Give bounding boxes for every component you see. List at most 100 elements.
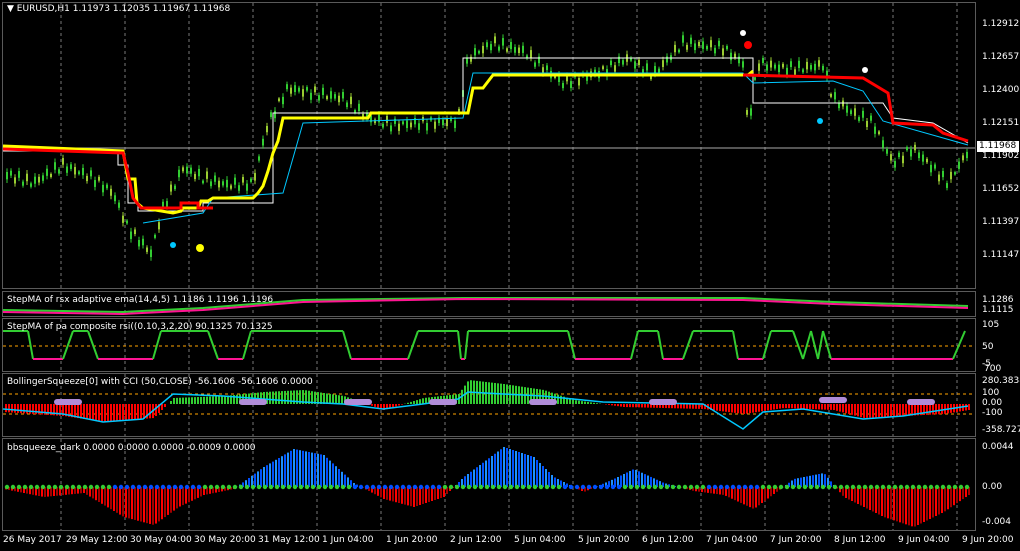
candle-body: [898, 152, 900, 158]
momentum-bar: [278, 458, 280, 487]
squeeze-bar: [341, 395, 343, 404]
squeeze-bar: [275, 391, 277, 404]
squeeze-dot: [334, 484, 340, 490]
squeeze-bar: [845, 404, 847, 414]
candle-body: [806, 61, 808, 70]
dropdown-arrow-icon[interactable]: ▼: [7, 4, 14, 14]
momentum-bar: [134, 487, 136, 520]
candle-body: [906, 147, 908, 151]
candle-body: [54, 162, 56, 170]
candle-body: [950, 171, 952, 180]
candle-body: [838, 102, 840, 109]
indicator-pane-pa-rsi[interactable]: StepMA of pa composite rsi((0.10,3,2,20)…: [2, 318, 976, 372]
candle-body: [814, 63, 816, 71]
candle-body: [82, 167, 84, 176]
squeeze-dot: [520, 484, 526, 490]
candle-body: [226, 179, 228, 188]
squeeze-bar: [782, 404, 784, 409]
candle-body: [722, 48, 724, 56]
candle-body: [802, 69, 804, 73]
squeeze-dot: [46, 484, 52, 490]
indicator-pane-rsx[interactable]: StepMA of rsx adaptive ema(14,4,5) 1.118…: [2, 291, 976, 317]
momentum-bar: [857, 487, 859, 504]
squeeze-bar: [281, 391, 283, 404]
squeeze-bar: [200, 396, 202, 404]
squeeze-bar: [968, 404, 970, 410]
squeeze-bar: [686, 404, 688, 409]
candle-body: [834, 92, 836, 100]
time-axis[interactable]: 26 May 2017 29 May 12:00 30 May 04:00 30…: [0, 532, 1020, 551]
indicator-title: StepMA of rsx adaptive ema(14,4,5) 1.118…: [7, 295, 274, 305]
momentum-bar: [293, 449, 295, 487]
candle-body: [394, 118, 396, 124]
candle-body: [698, 41, 700, 47]
squeeze-dot: [529, 399, 557, 405]
pa-rsi-segment: [567, 330, 576, 360]
squeeze-bar: [161, 404, 163, 410]
candle-body: [342, 92, 344, 99]
candle-body: [602, 66, 604, 70]
momentum-bar: [926, 487, 928, 521]
momentum-bar: [749, 487, 751, 508]
momentum-bar: [413, 487, 415, 507]
squeeze-bar: [371, 404, 373, 406]
signal-dot: [196, 244, 204, 252]
candle-body: [34, 176, 36, 184]
momentum-bar: [164, 487, 166, 518]
squeeze-bar: [620, 404, 622, 407]
momentum-bar: [107, 487, 109, 508]
pa-rsi-segment: [952, 330, 966, 360]
squeeze-dot: [622, 484, 628, 490]
time-tick: 1 Jun 04:00: [322, 535, 374, 545]
indicator-pane-bbsqueeze-dark[interactable]: bbsqueeze_dark 0.0000 0.0000 0.0000 -0.0…: [2, 438, 976, 531]
scale-tick: 280.3838: [982, 376, 1020, 386]
momentum-bar: [131, 487, 133, 520]
squeeze-dot: [262, 484, 268, 490]
squeeze-bar: [287, 390, 289, 404]
squeeze-bar: [209, 396, 211, 404]
indicator-title: StepMA of pa composite rsi((0.10,3,2,20)…: [7, 322, 273, 332]
momentum-bar: [314, 453, 316, 487]
candle-body: [570, 81, 572, 88]
candle-body: [674, 44, 676, 53]
candle-body: [778, 64, 780, 73]
momentum-bar: [488, 458, 490, 487]
candle-body: [214, 175, 216, 182]
squeeze-dot: [196, 484, 202, 490]
scale-tick: -358.7275: [982, 425, 1020, 435]
momentum-bar: [194, 487, 196, 500]
squeeze-dot: [592, 484, 598, 490]
candle-body: [486, 42, 488, 48]
momentum-bar: [290, 450, 292, 487]
squeeze-dot: [418, 484, 424, 490]
squeeze-dot: [430, 484, 436, 490]
squeeze-dot: [844, 484, 850, 490]
price-chart[interactable]: [3, 3, 976, 289]
signal-dot: [744, 41, 752, 49]
momentum-bar: [158, 487, 160, 522]
pa-rsi-segment: [242, 330, 252, 360]
candle-body: [818, 60, 820, 67]
main-price-pane[interactable]: ▼ EURUSD,H1 1.11973 1.12035 1.11967 1.11…: [2, 2, 976, 289]
squeeze-bar: [584, 401, 586, 404]
squeeze-bar: [332, 394, 334, 404]
candle-body: [122, 215, 124, 223]
squeeze-bar: [203, 396, 205, 404]
signal-dot: [740, 30, 746, 36]
squeeze-dot: [340, 484, 346, 490]
squeeze-dot: [142, 484, 148, 490]
price-tick: 1.12912: [982, 19, 1020, 29]
squeeze-dot: [52, 484, 58, 490]
momentum-bar: [395, 487, 397, 503]
squeeze-dot: [478, 484, 484, 490]
indicator-pane-bollinger-squeeze[interactable]: BollingerSqueeze[0] with CCI (50,CLOSE) …: [2, 373, 976, 437]
momentum-bar: [740, 487, 742, 503]
momentum-bar: [410, 487, 412, 507]
momentum-bar: [944, 487, 946, 512]
candle-body: [682, 35, 684, 43]
squeeze-bar: [26, 404, 28, 414]
squeeze-bar: [896, 404, 898, 417]
squeeze-bar: [752, 404, 754, 413]
chart-window[interactable]: ▼ EURUSD,H1 1.11973 1.12035 1.11967 1.11…: [0, 0, 1020, 551]
squeeze-bar: [869, 404, 871, 418]
